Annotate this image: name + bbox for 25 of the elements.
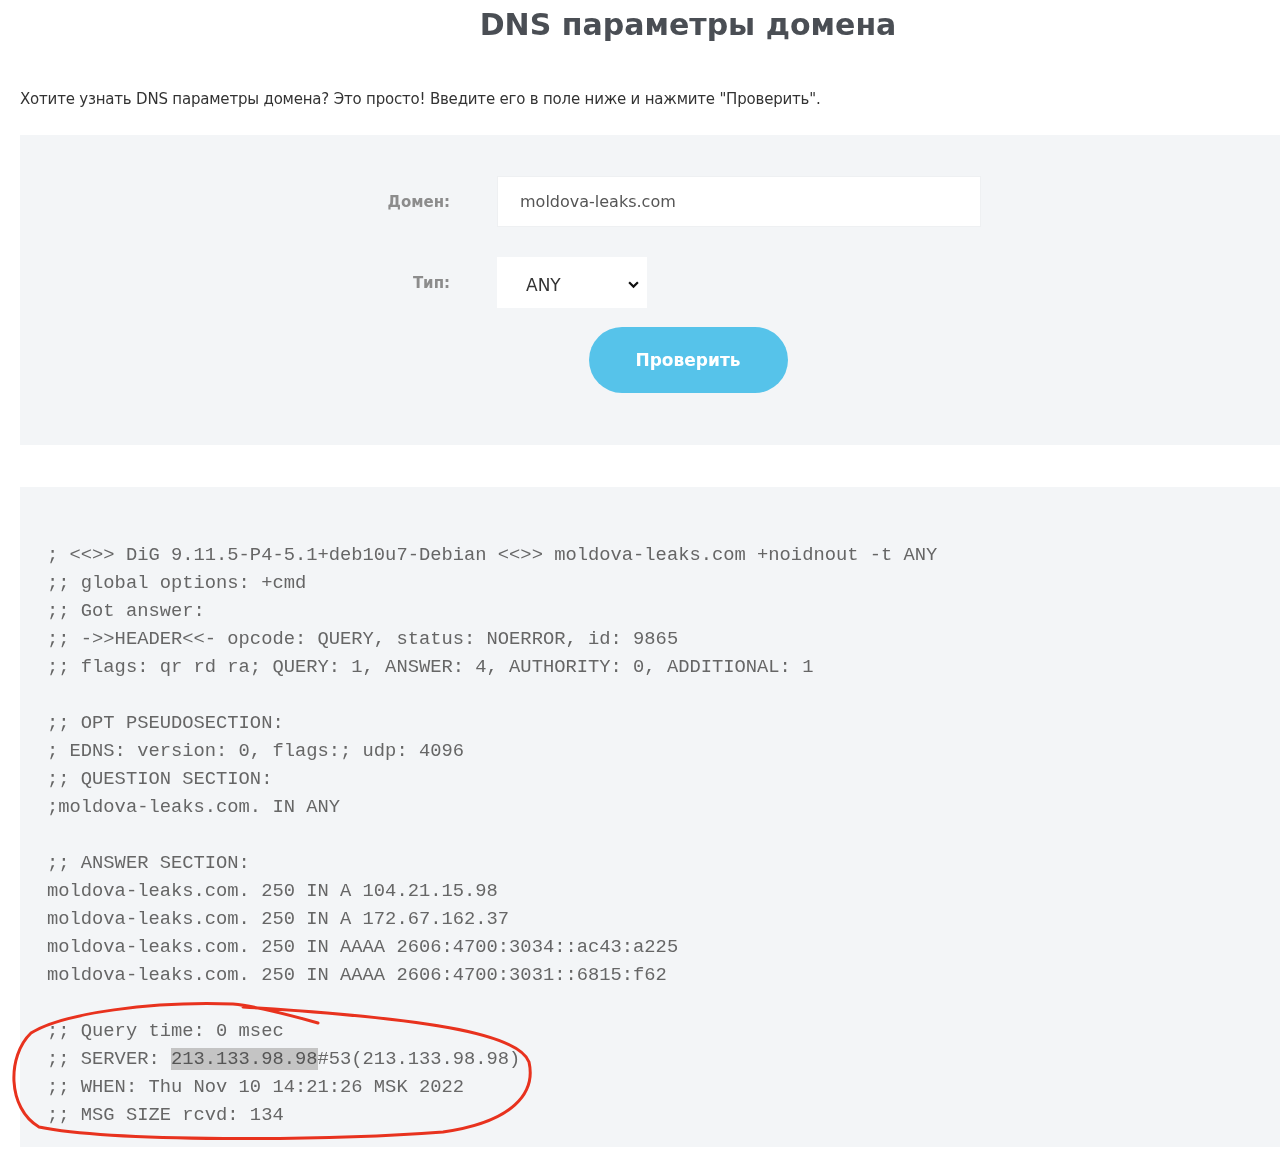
output-line: moldova-leaks.com. 250 IN A 104.21.15.98 [47, 879, 498, 904]
type-select[interactable]: ANY [497, 257, 647, 308]
output-line: ;; OPT PSEUDOSECTION: [47, 711, 284, 736]
type-label: Тип: [411, 273, 450, 292]
output-line: ;; SERVER: 213.133.98.98#53(213.133.98.98) [47, 1047, 521, 1072]
output-line: ;; MSG SIZE rcvd: 134 [47, 1103, 284, 1128]
output-line: ;; QUESTION SECTION: [47, 767, 273, 792]
output-line: ;; ->>HEADER<<- opcode: QUERY, status: NOERROR, id: 9865 [47, 627, 679, 652]
output-line: ;moldova-leaks.com. IN ANY [47, 795, 341, 820]
output-line: ;; global options: +cmd [47, 571, 307, 596]
domain-input[interactable]: moldova-leaks.com [497, 176, 981, 227]
output-line: moldova-leaks.com. 250 IN AAAA 2606:4700:3034::ac43:a225 [47, 935, 679, 960]
output-line: ;; ANSWER SECTION: [47, 851, 250, 876]
intro-text: Хотите узнать DNS параметры домена? Это просто! Введите его в поле ниже и нажмите "Проверить". [20, 89, 822, 110]
output-line: moldova-leaks.com. 250 IN A 172.67.162.37 [47, 907, 510, 932]
output-line: ;; Got answer: [47, 599, 205, 624]
output-line: ;; flags: qr rd ra; QUERY: 1, ANSWER: 4, AUTHORITY: 0, ADDITIONAL: 1 [47, 655, 814, 680]
chevron-down-icon [628, 280, 639, 289]
domain-label: Домен: [386, 192, 450, 211]
output-line: ; <<>> DiG 9.11.5-P4-5.1+deb10u7-Debian <<>> moldova-leaks.com +noidnout -t ANY [47, 543, 938, 568]
output-line: moldova-leaks.com. 250 IN AAAA 2606:4700:3031::6815:f62 [47, 963, 667, 988]
output-line: ; EDNS: version: 0, flags:; udp: 4096 [47, 739, 464, 764]
page-title: DNS параметры домена [478, 6, 898, 44]
output-line: ;; Query time: 0 msec [47, 1019, 284, 1044]
output-line: ;; WHEN: Thu Nov 10 14:21:26 MSK 2022 [47, 1075, 464, 1100]
